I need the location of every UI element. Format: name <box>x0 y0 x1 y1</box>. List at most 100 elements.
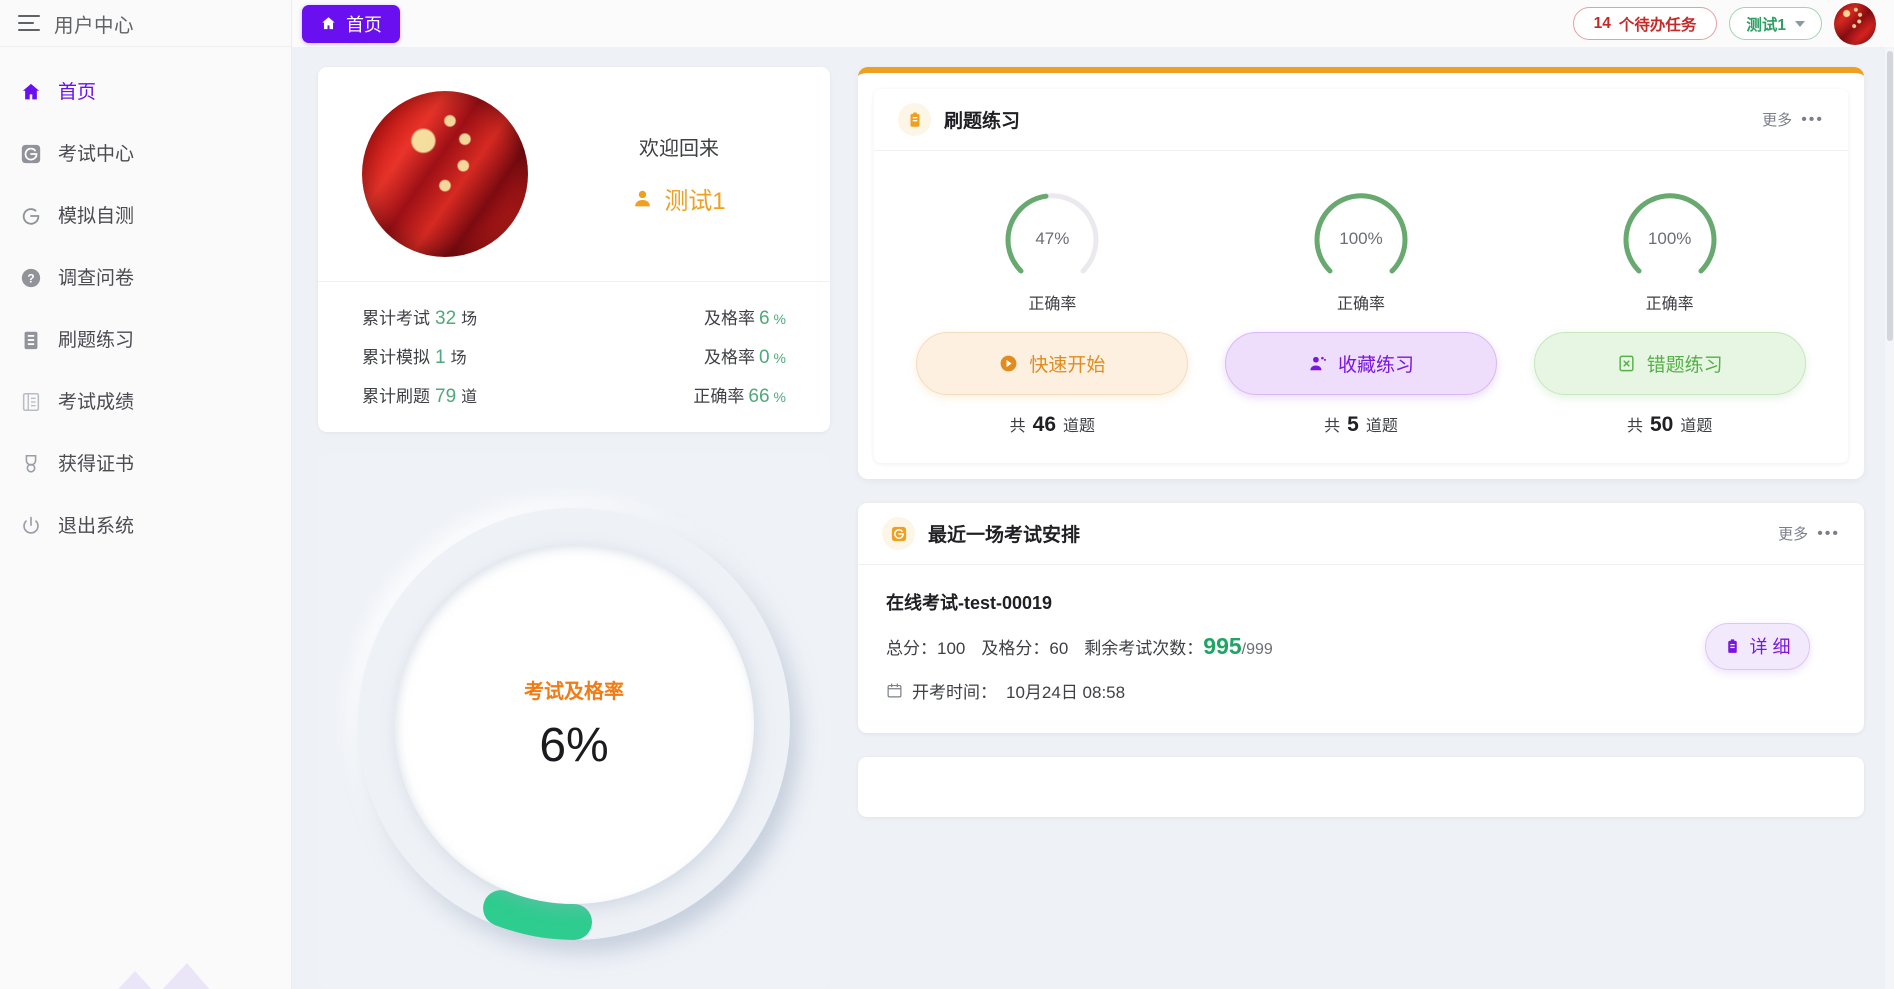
score-icon <box>18 389 44 415</box>
home-icon <box>18 79 44 105</box>
user-name-label: 测试1 <box>1746 16 1786 34</box>
exam-pass-value: 60 <box>1049 639 1069 658</box>
stat-row: 累计刷题 79 道 <box>362 382 693 408</box>
sidebar-item-mock-test[interactable]: 模拟自测 <box>0 185 291 247</box>
practice-column: 收藏练习 共 5 道题 <box>1207 332 1516 437</box>
user-menu-button[interactable]: 测试1 <box>1729 7 1822 40</box>
practice-buttons: 快速开始 共 46 道题 收藏练习 共 5 道题 错题练习 共 50 道题 <box>874 320 1848 437</box>
sidebar-item-label: 模拟自测 <box>58 205 135 227</box>
profile-stats-right: 及格率 6% 及格率 0% 正确率 66% <box>693 304 786 408</box>
stat-unit: % <box>773 389 786 405</box>
exam-time-label: 开考时间： <box>912 683 997 702</box>
gauge-cell: 100% 正确率 <box>1515 173 1824 314</box>
sidebar-item-label: 刷题练习 <box>58 329 135 351</box>
gauge-label: 正确率 <box>1028 296 1077 313</box>
gauge-arc <box>1623 193 1717 274</box>
home-icon <box>322 17 335 30</box>
stat-row: 累计模拟 1 场 <box>362 343 693 369</box>
exam-remain-total: /999 <box>1241 641 1273 658</box>
donut-value: 6% <box>539 718 609 772</box>
stat-label: 及格率 <box>703 309 755 328</box>
sidebar-title: 用户中心 <box>54 14 135 37</box>
practice-column: 错题练习 共 50 道题 <box>1515 332 1824 437</box>
welcome-text: 欢迎回来 <box>639 138 719 160</box>
sidebar-item-certificate[interactable]: 获得证书 <box>0 433 291 495</box>
stat-row: 累计考试 32 场 <box>362 304 693 330</box>
quick-start-label: 快速开始 <box>1029 355 1106 376</box>
quick-start-button[interactable]: 快速开始 <box>916 332 1189 395</box>
avatar[interactable] <box>1834 2 1876 45</box>
exam-pass-label: 及格分： <box>981 639 1050 658</box>
count-suffix: 道题 <box>1365 418 1398 435</box>
gauge-arc <box>1314 193 1408 274</box>
sidebar-item-exam-center[interactable]: 考试中心 <box>0 123 291 185</box>
profile-picture <box>362 91 528 257</box>
practice-icon <box>18 327 44 353</box>
exam-pass: 及格分：60 <box>981 634 1068 659</box>
left-column: 欢迎回来 测试1 累计考试 32 场 累计模拟 1 场 累计刷题 79 道 及格… <box>318 67 830 989</box>
sidebar-item-score[interactable]: 考试成绩 <box>0 371 291 433</box>
profile-stats: 累计考试 32 场 累计模拟 1 场 累计刷题 79 道 及格率 6% 及格率 … <box>318 282 830 432</box>
gauge-label: 正确率 <box>1337 296 1386 313</box>
stat-label: 累计考试 <box>362 309 430 328</box>
bookmark-user-icon <box>1310 356 1326 371</box>
topbar: 首页 14 个待办任务 测试1 <box>292 0 1894 47</box>
exam-body: 在线考试-test-00019 总分：100 及格分：60 剩余考试次数：995… <box>858 565 1864 733</box>
sidebar-item-practice[interactable]: 刷题练习 <box>0 309 291 371</box>
practice-card-title: 刷题练习 <box>944 111 1021 132</box>
practice-inner: 刷题练习 更多 ••• 47% 正确率 100% 正确率 100% 正确率 快速… <box>874 89 1848 463</box>
stat-unit: 场 <box>450 350 467 367</box>
practice-more-button[interactable]: 更多 ••• <box>1762 109 1824 130</box>
favorites-practice-button[interactable]: 收藏练习 <box>1225 332 1497 395</box>
donut-title: 考试及格率 <box>524 680 624 703</box>
play-circle-icon <box>1000 355 1017 372</box>
gauge-label: 正确率 <box>1645 296 1694 313</box>
exam-time-row: 开考时间： 10月24日 08:58 <box>886 678 1705 703</box>
pass-rate-chart-card: 考试及格率 6% <box>318 454 830 989</box>
exam-time-value: 10月24日 08:58 <box>1006 683 1126 702</box>
exam-detail-button[interactable]: 详 细 <box>1705 622 1810 670</box>
stat-value: 0 <box>758 347 770 368</box>
exam-total-value: 100 <box>937 639 966 658</box>
calendar-icon <box>887 683 902 698</box>
gauge-percent: 100% <box>1339 229 1383 248</box>
svg-text:?: ? <box>27 272 34 286</box>
next-card-partial <box>858 757 1864 817</box>
practice-gauges: 47% 正确率 100% 正确率 100% 正确率 <box>874 151 1848 320</box>
sidebar-item-home[interactable]: 首页 <box>0 61 291 123</box>
sidebar-item-logout[interactable]: 退出系统 <box>0 495 291 557</box>
exam-actions: 详 细 <box>1705 589 1836 703</box>
stat-value: 6 <box>758 308 770 329</box>
stat-value: 1 <box>435 347 446 368</box>
sidebar-item-questionnaire[interactable]: ? 调查问卷 <box>0 247 291 309</box>
exam-total: 总分：100 <box>886 634 965 659</box>
exam-schedule-card: 最近一场考试安排 更多 ••• 在线考试-test-00019 总分：100 及… <box>858 503 1864 733</box>
sidebar-nav: 首页 考试中心 模拟自测 ? 调查问卷 刷题练习 考试成绩 获得证书 退出系统 <box>0 47 291 557</box>
gauge-cell: 100% 正确率 <box>1207 173 1516 314</box>
vertical-scrollbar[interactable] <box>1885 47 1894 989</box>
stat-unit: 道 <box>461 389 478 406</box>
exam-center-icon <box>882 517 915 550</box>
certificate-icon <box>18 451 44 477</box>
tab-home[interactable]: 首页 <box>302 4 400 43</box>
sidebar-item-label: 首页 <box>58 81 97 103</box>
todo-tasks-button[interactable]: 14 个待办任务 <box>1572 7 1718 40</box>
question-count: 共 46 道题 <box>1010 412 1095 437</box>
gauge-quick-start: 47% <box>991 173 1113 281</box>
wrong-questions-button[interactable]: 错题练习 <box>1533 332 1806 395</box>
gauge-arc <box>1005 193 1099 274</box>
practice-card: 刷题练习 更多 ••• 47% 正确率 100% 正确率 100% 正确率 快速… <box>858 67 1864 479</box>
count-value: 5 <box>1347 413 1359 436</box>
todo-label: 个待办任务 <box>1618 16 1697 34</box>
exam-total-label: 总分： <box>886 639 937 658</box>
exam-more-button[interactable]: 更多 ••• <box>1778 523 1840 544</box>
gauge-favorites: 100% <box>1300 173 1422 281</box>
count-suffix: 道题 <box>1063 418 1096 435</box>
stat-row: 及格率 0% <box>693 343 786 369</box>
topbar-right: 14 个待办任务 测试1 <box>1572 2 1884 45</box>
main-area: 首页 14 个待办任务 测试1 欢迎回来 测试1 累计考试 32 场 累计模拟 … <box>292 0 1894 989</box>
count-prefix: 共 <box>1009 418 1026 435</box>
exam-score-row: 总分：100 及格分：60 剩余考试次数：995/999 <box>886 633 1705 660</box>
menu-toggle-icon[interactable] <box>18 15 40 31</box>
scrollbar-thumb[interactable] <box>1886 51 1893 341</box>
